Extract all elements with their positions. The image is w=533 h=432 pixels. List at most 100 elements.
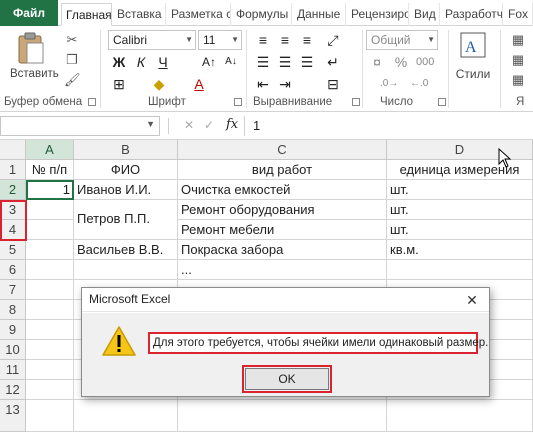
select-all-corner[interactable] [0,140,26,160]
paste-button-label[interactable]: Вставить [10,68,59,80]
tab-review[interactable]: Рецензиро [347,3,409,26]
row-header[interactable]: 11 [0,360,26,380]
cell-b6[interactable] [74,260,178,280]
cell-b2[interactable]: Иванов И.И. [74,180,178,200]
cell-d5[interactable]: кв.м. [387,240,533,260]
cell-empty[interactable] [26,380,74,400]
delete-cells-icon[interactable]: ▦ [510,52,526,68]
cancel-entry-icon[interactable]: ✕ [184,118,194,132]
tab-home[interactable]: Главная [61,3,112,26]
align-top-icon[interactable]: ≡ [254,30,272,50]
cell-empty[interactable] [74,400,178,432]
cell-c3[interactable]: Ремонт оборудования [178,200,387,220]
cell-d4[interactable]: шт. [387,220,533,240]
increase-decimal-icon[interactable]: .0→ [380,74,398,94]
format-painter-icon[interactable]: 🖌 [64,72,81,88]
copy-icon[interactable]: ❐ [64,52,80,68]
align-bottom-icon[interactable]: ≡ [298,30,316,50]
row-header[interactable]: 8 [0,300,26,320]
row-header[interactable]: 10 [0,340,26,360]
cell-a5[interactable] [26,240,74,260]
cell-a4[interactable] [26,220,74,240]
cell-d6[interactable] [387,260,533,280]
underline-button[interactable]: Ч [154,52,172,72]
align-left-icon[interactable]: ☰ [254,52,272,72]
borders-icon[interactable]: ⊞ [110,74,128,94]
tab-view[interactable]: Вид [410,3,440,26]
grow-font-icon[interactable]: A↑ [200,52,218,72]
orientation-icon[interactable]: ⤢ [324,30,342,50]
ok-button[interactable]: OK [242,365,332,393]
name-box[interactable]: ▼ [0,116,160,136]
cell-empty[interactable] [26,340,74,360]
font-color-button[interactable]: А [190,74,208,94]
tab-developer[interactable]: Разработч [441,3,503,26]
cell-c6[interactable]: ... [178,260,387,280]
clipboard-launcher-icon[interactable] [88,98,96,106]
format-cells-icon[interactable]: ▦ [510,72,526,88]
cell-empty[interactable] [26,280,74,300]
currency-icon[interactable]: ¤ [368,52,386,72]
tab-data[interactable]: Данные [293,3,346,26]
bold-button[interactable]: Ж [110,52,128,72]
row-header[interactable]: 7 [0,280,26,300]
column-header-a[interactable]: A [26,140,74,160]
decrease-decimal-icon[interactable]: ←.0 [410,74,428,94]
row-header[interactable]: 1 [0,160,26,180]
tab-formulas[interactable]: Формулы [232,3,292,26]
cell-c4[interactable]: Ремонт мебели [178,220,387,240]
font-launcher-icon[interactable] [234,98,242,106]
cell-empty[interactable] [178,400,387,432]
merge-cells-icon[interactable]: ⊟ [324,74,342,94]
cell-empty[interactable] [26,300,74,320]
tab-page-layout[interactable]: Разметка с [167,3,231,26]
row-header[interactable]: 6 [0,260,26,280]
thousands-icon[interactable]: 000 [416,52,434,72]
cell-empty[interactable] [26,360,74,380]
close-button[interactable]: ✕ [461,290,483,310]
row-header[interactable]: 12 [0,380,26,400]
shrink-font-icon[interactable]: A↓ [222,52,240,72]
cell-b5[interactable]: Васильев В.В. [74,240,178,260]
align-center-icon[interactable]: ☰ [276,52,294,72]
cell-b1[interactable]: ФИО [74,160,178,180]
cell-a1[interactable]: № п/п [26,160,74,180]
insert-function-button[interactable]: fx [226,117,238,132]
row-header[interactable]: 13 [0,400,26,432]
cell-a2[interactable]: 1 [26,180,74,200]
cell-c1[interactable]: вид работ [178,160,387,180]
cell-empty[interactable] [26,320,74,340]
cell-d2[interactable]: шт. [387,180,533,200]
row-header[interactable]: 9 [0,320,26,340]
column-header-c[interactable]: C [178,140,387,160]
row-header[interactable]: 5 [0,240,26,260]
formula-input[interactable]: 1 [244,116,533,136]
cell-empty[interactable] [26,400,74,432]
tab-insert[interactable]: Вставка [113,3,166,26]
cell-a3[interactable] [26,200,74,220]
increase-indent-icon[interactable]: ⇥ [276,74,294,94]
align-right-icon[interactable]: ☰ [298,52,316,72]
cell-a6[interactable] [26,260,74,280]
tab-fox[interactable]: Fox [504,3,533,26]
insert-cells-icon[interactable]: ▦ [510,32,526,48]
wrap-text-icon[interactable]: ↵ [324,52,342,72]
tab-file[interactable]: Файл [0,0,58,26]
font-name-combo[interactable]: Calibri ▼ [108,30,196,50]
align-middle-icon[interactable]: ≡ [276,30,294,50]
fill-color-icon[interactable]: ◆ [150,74,168,94]
row-header[interactable]: 2 [0,180,26,200]
confirm-entry-icon[interactable]: ✓ [204,118,214,132]
cell-empty[interactable] [387,400,533,432]
number-launcher-icon[interactable] [438,98,446,106]
cell-c2[interactable]: Очистка емкостей [178,180,387,200]
paste-icon[interactable] [16,32,46,66]
italic-button[interactable]: К [132,52,150,72]
styles-button[interactable]: A Стили [452,30,494,94]
alignment-launcher-icon[interactable] [352,98,360,106]
percent-button[interactable]: % [392,52,410,72]
cut-icon[interactable]: ✂ [64,32,80,48]
cell-c5[interactable]: Покраска забора [178,240,387,260]
cell-d3[interactable]: шт. [387,200,533,220]
number-format-combo[interactable]: Общий ▼ [366,30,438,50]
